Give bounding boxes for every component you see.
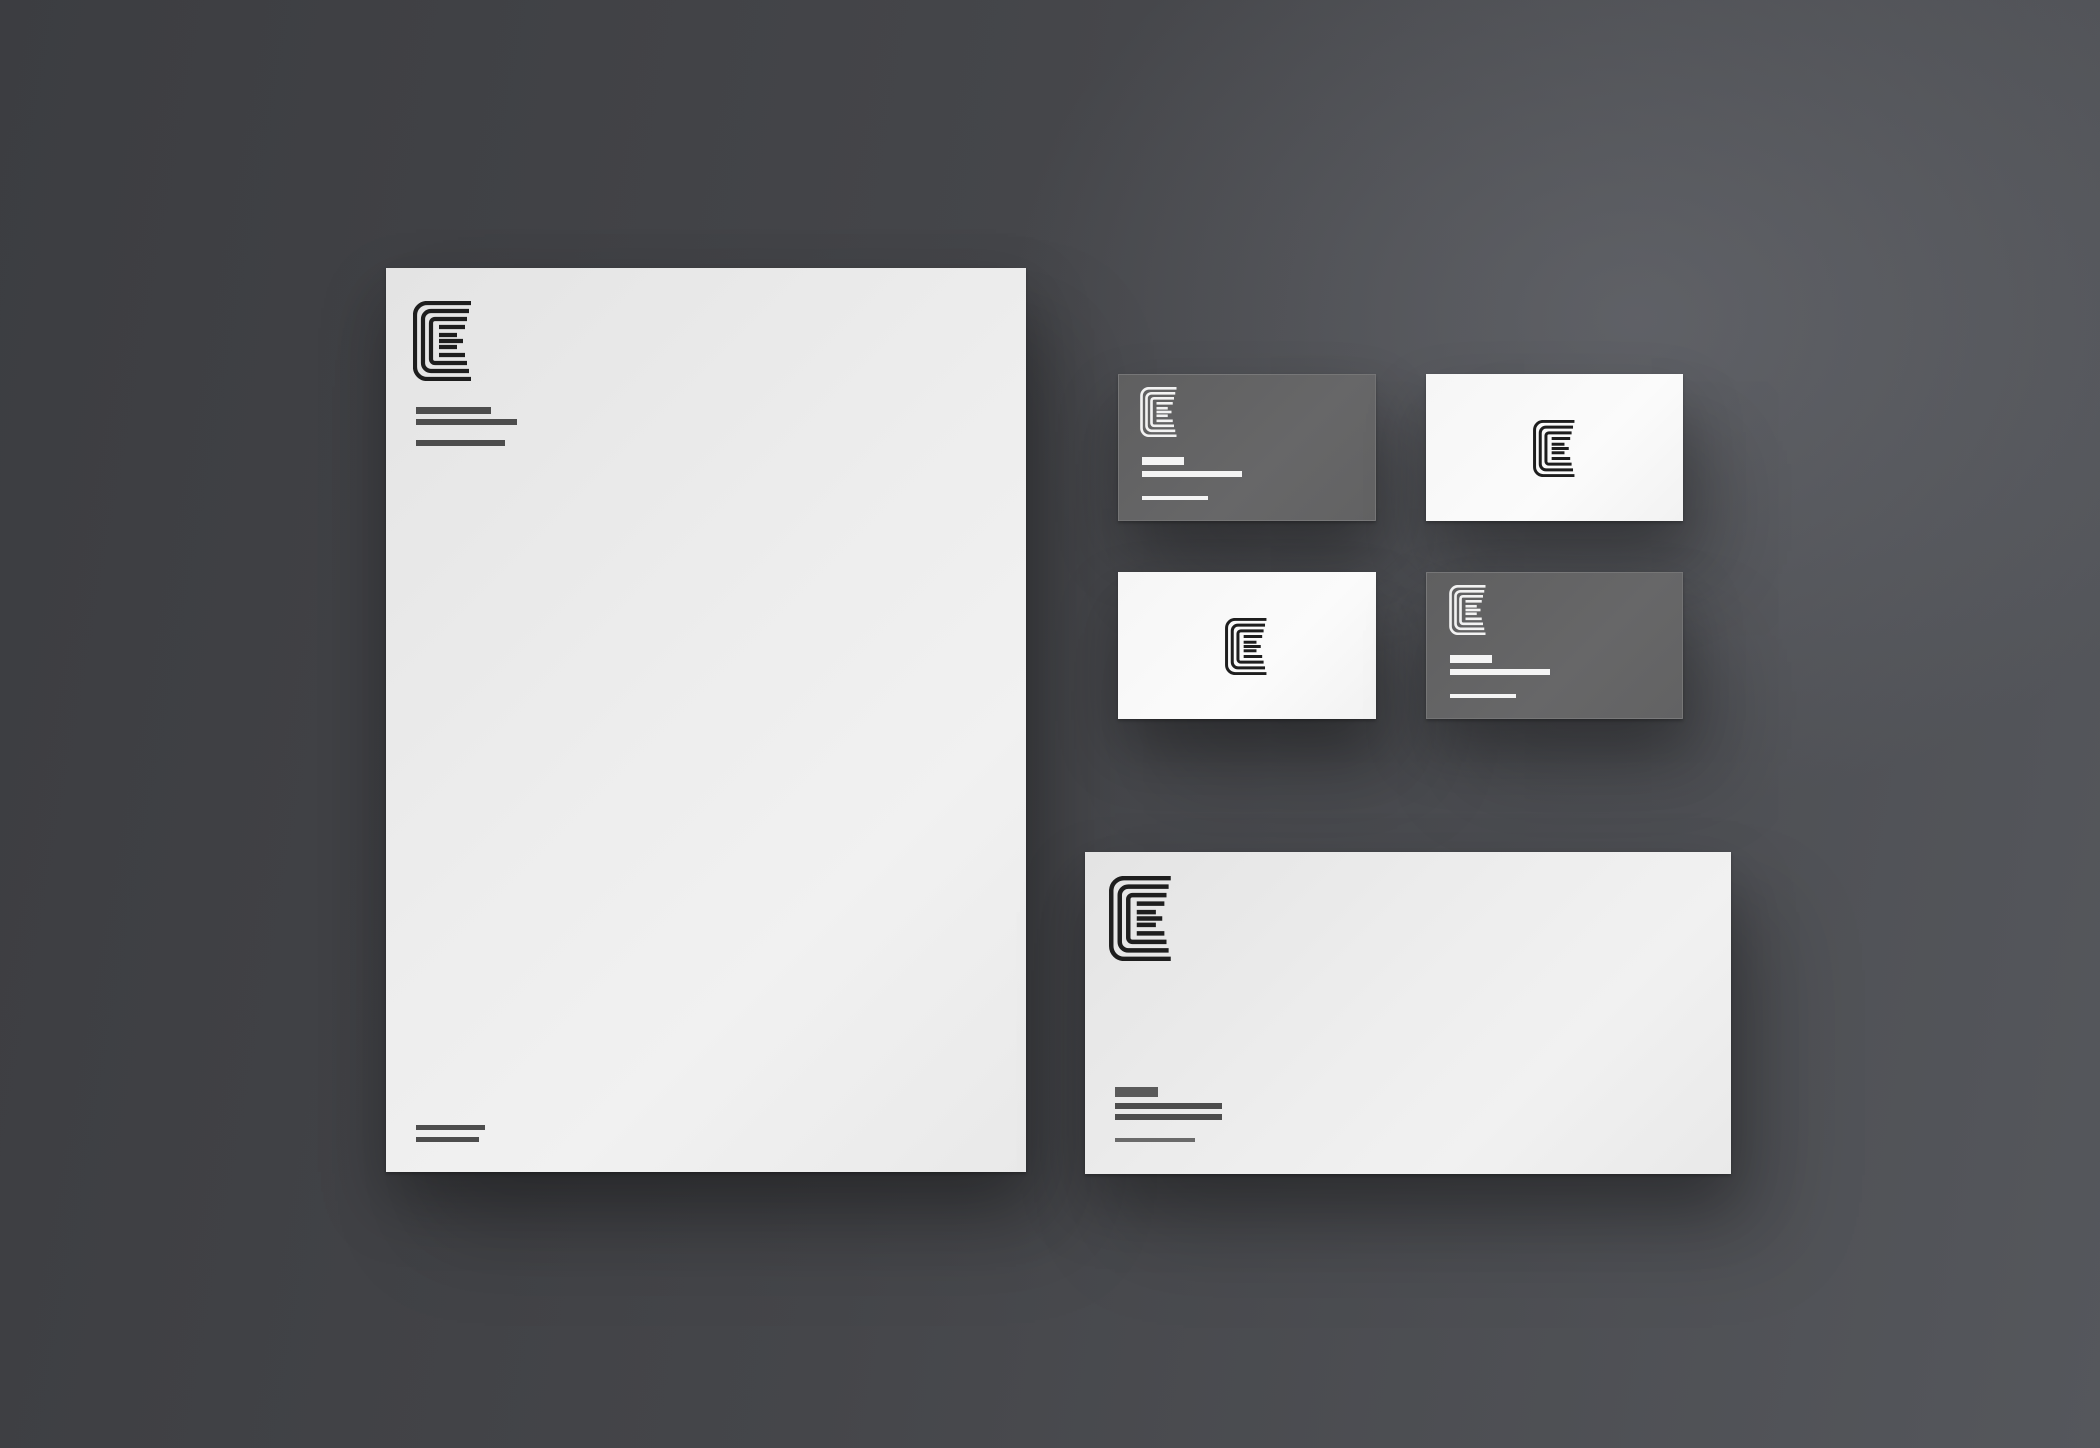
stationery-mockup-scene: { "scene": { "description_items": ["lett… [0,0,2100,1448]
card-title-placeholder [1142,471,1242,477]
card-contact-placeholder [1142,496,1208,500]
letterhead-contact-placeholder [416,440,505,446]
envelope-address-line-3 [1115,1138,1195,1142]
card-contact-placeholder [1450,694,1516,698]
letterhead-footer-line-1 [416,1125,485,1130]
envelope-address-line-2 [1115,1114,1222,1120]
envelope-name-placeholder [1115,1087,1158,1097]
letterhead-name-placeholder [416,407,491,414]
mockup-composition [0,0,2100,1448]
letterhead-sheet [386,268,1026,1172]
business-card-back-light-2 [1118,572,1376,719]
business-card-front-dark-2 [1426,572,1683,719]
card-name-placeholder [1450,655,1492,663]
stacked-lines-e-logo-icon [1225,618,1268,675]
letterhead-footer-line-2 [416,1137,479,1142]
letterhead-title-placeholder [416,419,517,425]
stacked-lines-e-logo-icon [1140,387,1178,437]
card-title-placeholder [1450,669,1550,675]
stacked-lines-e-logo-icon [1109,876,1173,961]
envelope-address-line-1 [1115,1103,1222,1109]
business-card-back-light [1426,374,1683,521]
envelope [1085,852,1731,1174]
business-card-front-dark [1118,374,1376,521]
stacked-lines-e-logo-icon [1449,585,1487,635]
card-name-placeholder [1142,457,1184,465]
stacked-lines-e-logo-icon [1533,420,1576,477]
stacked-lines-e-logo-icon [413,301,473,381]
